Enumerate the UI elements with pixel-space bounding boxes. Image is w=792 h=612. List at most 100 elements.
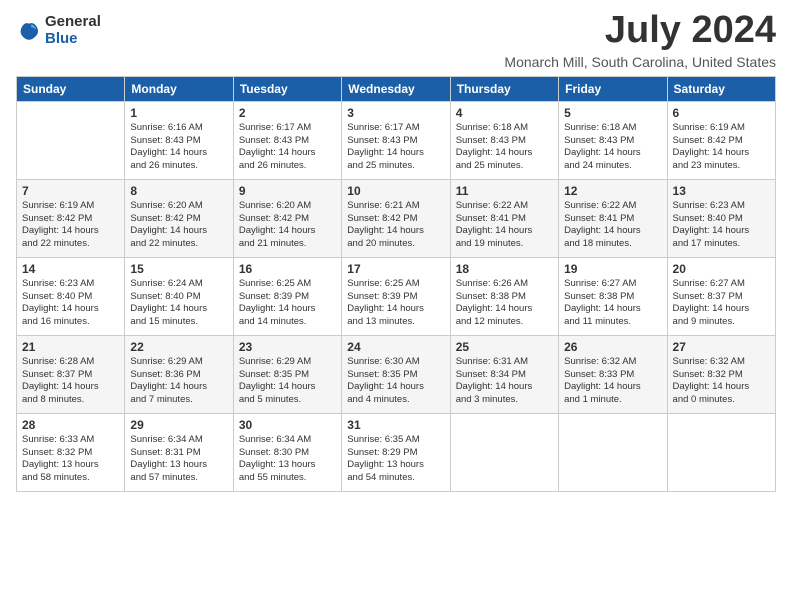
day-number: 24 — [347, 340, 444, 354]
calendar-cell: 2 Sunrise: 6:17 AM Sunset: 8:43 PM Daylig… — [233, 101, 341, 179]
calendar-body: 1 Sunrise: 6:16 AM Sunset: 8:43 PM Daylig… — [17, 101, 776, 491]
cell-content: Sunrise: 6:25 AM Sunset: 8:39 PM Dayligh… — [347, 278, 444, 329]
calendar-cell — [559, 413, 667, 491]
day-number: 2 — [239, 106, 336, 120]
header-day: Wednesday — [342, 76, 450, 101]
calendar-cell: 26 Sunrise: 6:32 AM Sunset: 8:33 PM Dayli… — [559, 335, 667, 413]
cell-content: Sunrise: 6:20 AM Sunset: 8:42 PM Dayligh… — [130, 200, 227, 251]
day-number: 4 — [456, 106, 553, 120]
day-number: 1 — [130, 106, 227, 120]
header-day: Tuesday — [233, 76, 341, 101]
calendar-cell: 31 Sunrise: 6:35 AM Sunset: 8:29 PM Dayli… — [342, 413, 450, 491]
cell-content: Sunrise: 6:17 AM Sunset: 8:43 PM Dayligh… — [347, 122, 444, 173]
cell-content: Sunrise: 6:29 AM Sunset: 8:35 PM Dayligh… — [239, 356, 336, 407]
logo: General Blue — [16, 14, 101, 47]
cell-content: Sunrise: 6:23 AM Sunset: 8:40 PM Dayligh… — [22, 278, 119, 329]
calendar-cell: 19 Sunrise: 6:27 AM Sunset: 8:38 PM Dayli… — [559, 257, 667, 335]
calendar-cell: 16Sunrise: 6:25 AM Sunset: 8:39 PM Dayli… — [233, 257, 341, 335]
cell-content: Sunrise: 6:31 AM Sunset: 8:34 PM Dayligh… — [456, 356, 553, 407]
calendar-cell: 9Sunrise: 6:20 AM Sunset: 8:42 PM Daylig… — [233, 179, 341, 257]
day-number: 26 — [564, 340, 661, 354]
calendar-cell: 28Sunrise: 6:33 AM Sunset: 8:32 PM Dayli… — [17, 413, 125, 491]
calendar-cell: 20Sunrise: 6:27 AM Sunset: 8:37 PM Dayli… — [667, 257, 775, 335]
calendar-cell: 10 Sunrise: 6:21 AM Sunset: 8:42 PM Dayli… — [342, 179, 450, 257]
page: General Blue July 2024 Monarch Mill, Sou… — [0, 0, 792, 612]
cell-content: Sunrise: 6:18 AM Sunset: 8:43 PM Dayligh… — [564, 122, 661, 173]
calendar-cell: 18Sunrise: 6:26 AM Sunset: 8:38 PM Dayli… — [450, 257, 558, 335]
calendar-cell: 7 Sunrise: 6:19 AM Sunset: 8:42 PM Daylig… — [17, 179, 125, 257]
calendar-cell: 15Sunrise: 6:24 AM Sunset: 8:40 PM Dayli… — [125, 257, 233, 335]
cell-content: Sunrise: 6:19 AM Sunset: 8:42 PM Dayligh… — [22, 200, 119, 251]
cell-content: Sunrise: 6:24 AM Sunset: 8:40 PM Dayligh… — [130, 278, 227, 329]
cell-content: Sunrise: 6:22 AM Sunset: 8:41 PM Dayligh… — [456, 200, 553, 251]
cell-content: Sunrise: 6:16 AM Sunset: 8:43 PM Dayligh… — [130, 122, 227, 173]
day-number: 13 — [673, 184, 770, 198]
calendar-cell: 4 Sunrise: 6:18 AM Sunset: 8:43 PM Daylig… — [450, 101, 558, 179]
day-number: 19 — [564, 262, 661, 276]
cell-content: Sunrise: 6:21 AM Sunset: 8:42 PM Dayligh… — [347, 200, 444, 251]
cell-content: Sunrise: 6:35 AM Sunset: 8:29 PM Dayligh… — [347, 434, 444, 485]
day-number: 31 — [347, 418, 444, 432]
calendar-cell — [667, 413, 775, 491]
calendar-cell: 3 Sunrise: 6:17 AM Sunset: 8:43 PM Daylig… — [342, 101, 450, 179]
cell-content: Sunrise: 6:28 AM Sunset: 8:37 PM Dayligh… — [22, 356, 119, 407]
calendar-cell: 1 Sunrise: 6:16 AM Sunset: 8:43 PM Daylig… — [125, 101, 233, 179]
location-subtitle: Monarch Mill, South Carolina, United Sta… — [504, 54, 776, 70]
header-row-days: SundayMondayTuesdayWednesdayThursdayFrid… — [17, 76, 776, 101]
cell-content: Sunrise: 6:18 AM Sunset: 8:43 PM Dayligh… — [456, 122, 553, 173]
header-day: Thursday — [450, 76, 558, 101]
cell-content: Sunrise: 6:27 AM Sunset: 8:37 PM Dayligh… — [673, 278, 770, 329]
cell-content: Sunrise: 6:19 AM Sunset: 8:42 PM Dayligh… — [673, 122, 770, 173]
calendar-cell: 6 Sunrise: 6:19 AM Sunset: 8:42 PM Daylig… — [667, 101, 775, 179]
logo-icon — [18, 20, 40, 42]
day-number: 29 — [130, 418, 227, 432]
header-day: Monday — [125, 76, 233, 101]
day-number: 30 — [239, 418, 336, 432]
calendar-cell: 13 Sunrise: 6:23 AM Sunset: 8:40 PM Dayli… — [667, 179, 775, 257]
calendar-week: 28Sunrise: 6:33 AM Sunset: 8:32 PM Dayli… — [17, 413, 776, 491]
cell-content: Sunrise: 6:23 AM Sunset: 8:40 PM Dayligh… — [673, 200, 770, 251]
calendar-cell: 29Sunrise: 6:34 AM Sunset: 8:31 PM Dayli… — [125, 413, 233, 491]
cell-content: Sunrise: 6:34 AM Sunset: 8:30 PM Dayligh… — [239, 434, 336, 485]
day-number: 7 — [22, 184, 119, 198]
calendar-cell: 8 Sunrise: 6:20 AM Sunset: 8:42 PM Daylig… — [125, 179, 233, 257]
calendar-table: SundayMondayTuesdayWednesdayThursdayFrid… — [16, 76, 776, 492]
calendar-cell: 5 Sunrise: 6:18 AM Sunset: 8:43 PM Daylig… — [559, 101, 667, 179]
calendar-cell — [450, 413, 558, 491]
day-number: 22 — [130, 340, 227, 354]
calendar-cell: 23 Sunrise: 6:29 AM Sunset: 8:35 PM Dayli… — [233, 335, 341, 413]
calendar-cell: 24Sunrise: 6:30 AM Sunset: 8:35 PM Dayli… — [342, 335, 450, 413]
calendar-week: 7 Sunrise: 6:19 AM Sunset: 8:42 PM Daylig… — [17, 179, 776, 257]
day-number: 17 — [347, 262, 444, 276]
cell-content: Sunrise: 6:27 AM Sunset: 8:38 PM Dayligh… — [564, 278, 661, 329]
day-number: 3 — [347, 106, 444, 120]
calendar-cell: 30 Sunrise: 6:34 AM Sunset: 8:30 PM Dayli… — [233, 413, 341, 491]
month-title: July 2024 — [504, 10, 776, 52]
calendar-week: 1 Sunrise: 6:16 AM Sunset: 8:43 PM Daylig… — [17, 101, 776, 179]
logo-blue: Blue — [45, 31, 101, 48]
cell-content: Sunrise: 6:26 AM Sunset: 8:38 PM Dayligh… — [456, 278, 553, 329]
calendar-week: 14Sunrise: 6:23 AM Sunset: 8:40 PM Dayli… — [17, 257, 776, 335]
day-number: 5 — [564, 106, 661, 120]
logo-general: General — [45, 14, 101, 31]
day-number: 16 — [239, 262, 336, 276]
day-number: 10 — [347, 184, 444, 198]
calendar-header: SundayMondayTuesdayWednesdayThursdayFrid… — [17, 76, 776, 101]
logo-text: General Blue — [45, 14, 101, 47]
day-number: 11 — [456, 184, 553, 198]
day-number: 23 — [239, 340, 336, 354]
header-day: Friday — [559, 76, 667, 101]
calendar-cell: 12Sunrise: 6:22 AM Sunset: 8:41 PM Dayli… — [559, 179, 667, 257]
cell-content: Sunrise: 6:17 AM Sunset: 8:43 PM Dayligh… — [239, 122, 336, 173]
calendar-cell: 14Sunrise: 6:23 AM Sunset: 8:40 PM Dayli… — [17, 257, 125, 335]
day-number: 25 — [456, 340, 553, 354]
day-number: 8 — [130, 184, 227, 198]
header-day: Saturday — [667, 76, 775, 101]
cell-content: Sunrise: 6:22 AM Sunset: 8:41 PM Dayligh… — [564, 200, 661, 251]
cell-content: Sunrise: 6:20 AM Sunset: 8:42 PM Dayligh… — [239, 200, 336, 251]
calendar-cell: 27Sunrise: 6:32 AM Sunset: 8:32 PM Dayli… — [667, 335, 775, 413]
cell-content: Sunrise: 6:32 AM Sunset: 8:33 PM Dayligh… — [564, 356, 661, 407]
calendar-cell — [17, 101, 125, 179]
header-day: Sunday — [17, 76, 125, 101]
day-number: 6 — [673, 106, 770, 120]
